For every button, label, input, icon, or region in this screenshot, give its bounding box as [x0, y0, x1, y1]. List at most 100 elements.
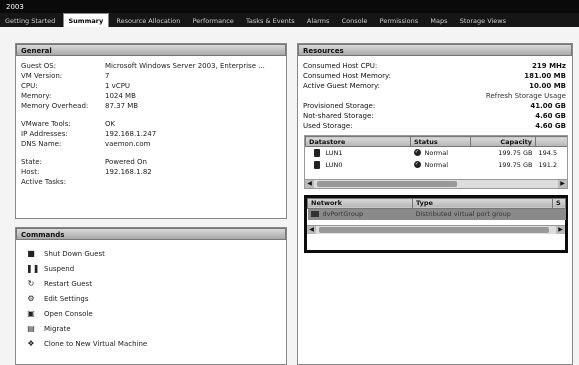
command-label: Open Console	[44, 309, 93, 318]
tab-getting-started[interactable]: Getting Started	[0, 14, 60, 27]
row-label: DNS Name:	[21, 140, 62, 148]
tab-performance[interactable]: Performance	[188, 14, 239, 27]
network-name: dvPortGroup	[322, 210, 364, 219]
datastore-free: 194.5	[538, 148, 558, 157]
used-storage-row: Used Storage: 4.60 GB	[298, 121, 572, 131]
column-header-datastore[interactable]: Datastore	[305, 136, 411, 147]
scrollbar-thumb[interactable]	[317, 180, 457, 187]
tab-resource-allocation[interactable]: Resource Allocation	[111, 14, 185, 27]
row-value: Powered On	[105, 158, 147, 166]
datastore-capacity: 199.75 GB	[498, 148, 533, 157]
active-tasks-row: Active Tasks:	[16, 177, 286, 187]
scroll-left-icon[interactable]: ◀	[307, 226, 316, 234]
row-value: vaemon.com	[105, 140, 151, 148]
command-label: Migrate	[44, 324, 71, 333]
row-label: Memory Overhead:	[21, 102, 89, 110]
datastore-free: 191.2	[538, 160, 558, 169]
datastore-horizontal-scrollbar[interactable]: ◀ ▶	[305, 178, 567, 188]
row-value: 219 MHz	[532, 62, 566, 70]
datastore-name: LUN0	[325, 160, 343, 169]
column-header-status[interactable]: Status	[410, 136, 471, 147]
column-header-capacity[interactable]: Capacity	[470, 136, 536, 147]
clone-command[interactable]: ❖ Clone to New Virtual Machine	[16, 336, 286, 351]
column-header-network[interactable]: Network	[307, 197, 413, 209]
table-row[interactable]: LUN0 ✓ Normal 199.75 GB 191.2	[306, 159, 568, 171]
row-value: 1 vCPU	[105, 82, 131, 90]
scrollbar-thumb[interactable]	[319, 227, 549, 233]
row-label: Consumed Host Memory:	[303, 72, 391, 80]
general-panel: General Guest OS: Microsoft Windows Serve…	[15, 43, 287, 219]
row-label: Used Storage:	[303, 122, 353, 130]
migrate-command[interactable]: ▤ Migrate	[16, 321, 286, 336]
table-row[interactable]: dvPortGroup Distributed virtual port gro…	[307, 208, 566, 220]
check-icon: ✓	[413, 161, 421, 168]
column-header-type[interactable]: Type	[412, 197, 553, 209]
datastore-icon	[313, 148, 320, 157]
tab-alarms[interactable]: Alarms	[302, 14, 335, 27]
general-panel-title: General	[16, 44, 286, 56]
ip-addresses-row: IP Addresses: 192.168.1.247	[16, 129, 286, 139]
row-label: IP Addresses:	[21, 130, 68, 138]
row-value: OK	[105, 120, 116, 128]
resources-panel: Resources Consumed Host CPU: 219 MHz Cons…	[297, 43, 573, 365]
row-label: VMware Tools:	[21, 120, 71, 128]
refresh-storage-link[interactable]: Refresh Storage Usage	[298, 91, 572, 101]
scroll-right-icon[interactable]: ▶	[558, 179, 567, 188]
active-guest-memory-row: Active Guest Memory: 10.00 MB	[298, 81, 572, 91]
vm-version-row: VM Version: 7	[16, 71, 286, 81]
row-value: 192.168.1.82	[105, 168, 152, 176]
row-value: 181.00 MB	[524, 72, 566, 80]
row-label: Active Guest Memory:	[303, 82, 380, 90]
scroll-right-icon[interactable]: ▶	[556, 226, 565, 234]
clone-icon: ❖	[27, 338, 35, 348]
command-label: Shut Down Guest	[44, 249, 105, 258]
resources-panel-title: Resources	[298, 44, 572, 56]
open-console-command[interactable]: ▣ Open Console	[16, 306, 286, 321]
command-label: Edit Settings	[44, 294, 89, 303]
command-label: Clone to New Virtual Machine	[44, 339, 148, 348]
datastore-table-container: Datastore Status Capacity LUN1 ✓ Normal 1…	[304, 135, 568, 189]
column-header-s[interactable]: S	[552, 197, 566, 209]
table-row[interactable]: LUN1 ✓ Normal 199.75 GB 194.5	[306, 147, 568, 159]
suspend-command[interactable]: ❚❚ Suspend	[16, 261, 286, 276]
host-row: Host: 192.168.1.82	[16, 167, 286, 177]
commands-panel: Commands ■ Shut Down Guest ❚❚ Suspend ↻ Res…	[15, 227, 287, 365]
memory-row: Memory: 1024 MB	[16, 91, 286, 101]
restart-guest-command[interactable]: ↻ Restart Guest	[16, 276, 286, 291]
window-title: 2003	[0, 0, 579, 13]
row-label: Host:	[21, 168, 40, 176]
row-value: 10.00 MB	[529, 82, 566, 90]
tab-console[interactable]: Console	[337, 14, 373, 27]
row-value: 41.00 GB	[530, 102, 566, 110]
row-label: CPU:	[21, 82, 38, 90]
row-value: 192.168.1.247	[105, 130, 157, 138]
consumed-cpu-row: Consumed Host CPU: 219 MHz	[298, 61, 572, 71]
tab-tasks-events[interactable]: Tasks & Events	[241, 14, 300, 27]
settings-icon: ⚙	[27, 293, 35, 303]
tab-storage-views[interactable]: Storage Views	[455, 14, 511, 27]
tab-summary[interactable]: Summary	[62, 13, 110, 27]
row-value: 4.60 GB	[535, 122, 566, 130]
row-value: 87.37 MB	[105, 102, 139, 110]
datastore-table: Datastore Status Capacity LUN1 ✓ Normal 1…	[305, 136, 568, 171]
network-horizontal-scrollbar[interactable]: ◀ ▶	[307, 225, 565, 234]
tab-maps[interactable]: Maps	[425, 14, 452, 27]
migrate-icon: ▤	[27, 323, 35, 333]
row-value: Microsoft Windows Server 2003, Enterpris…	[105, 62, 265, 70]
consumed-memory-row: Consumed Host Memory: 181.00 MB	[298, 71, 572, 81]
network-icon	[310, 211, 319, 218]
column-header-extra[interactable]	[535, 136, 567, 147]
datastore-name: LUN1	[325, 148, 343, 157]
row-value: 1024 MB	[105, 92, 136, 100]
tab-permissions[interactable]: Permissions	[375, 14, 423, 27]
shutdown-icon: ■	[27, 248, 35, 258]
row-label: Active Tasks:	[21, 178, 66, 186]
datastore-status: Normal	[424, 160, 449, 169]
scroll-left-icon[interactable]: ◀	[305, 179, 314, 188]
shut-down-guest-command[interactable]: ■ Shut Down Guest	[16, 246, 286, 261]
row-value: 7	[105, 72, 110, 80]
memory-overhead-row: Memory Overhead: 87.37 MB	[16, 101, 286, 111]
network-table: Network Type S dvPortGroup Distributed v…	[307, 197, 566, 220]
edit-settings-command[interactable]: ⚙ Edit Settings	[16, 291, 286, 306]
command-label: Suspend	[44, 264, 75, 273]
